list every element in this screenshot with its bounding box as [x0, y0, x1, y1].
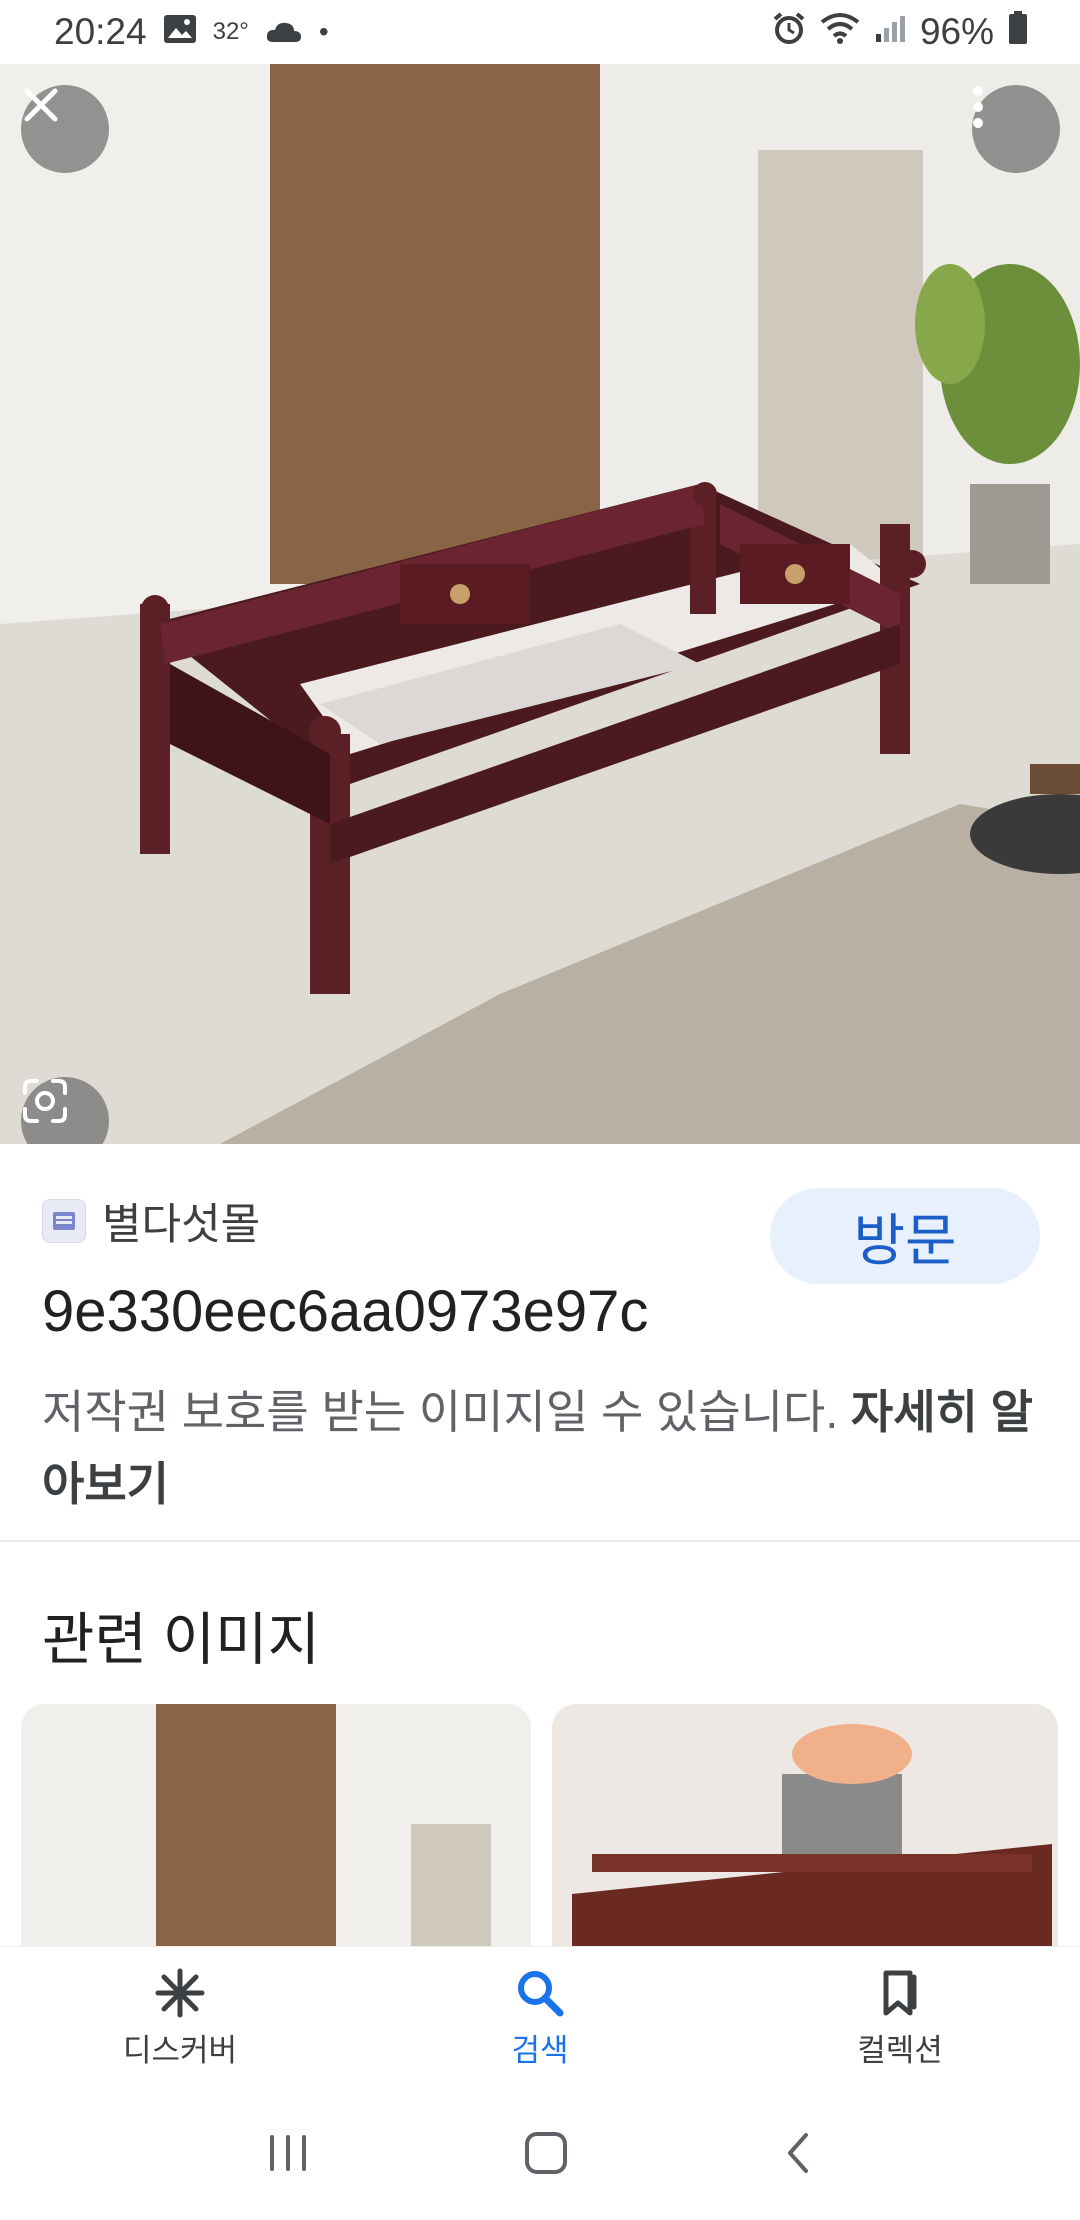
result-title[interactable]: 9e330eec6aa0973e97c: [42, 1278, 742, 1345]
status-bar: 20:24 32° • 96%: [0, 0, 1080, 64]
recents-icon: [270, 2134, 307, 2171]
battery-icon: [1008, 10, 1028, 54]
visit-button[interactable]: 방문: [770, 1188, 1040, 1284]
site-favicon-icon: [42, 1199, 86, 1243]
related-image-1[interactable]: [21, 1704, 531, 1964]
alarm-icon: [772, 11, 806, 54]
bottom-navigation: 디스커버 검색 컬렉션: [0, 1946, 1080, 2090]
recents-button[interactable]: [266, 2133, 310, 2178]
screen: 20:24 32° • 96% 별다섯몰 방문 9e330eec6aa0973e…: [0, 0, 1080, 2220]
lens-icon: [23, 1079, 67, 1123]
back-button[interactable]: [782, 2131, 814, 2180]
source-name: 별다섯몰: [102, 1201, 261, 1249]
status-temperature: 32°: [212, 18, 249, 45]
status-dot: •: [318, 16, 329, 47]
copyright-text: 저작권 보호를 받는 이미지일 수 있습니다.: [42, 1386, 839, 1438]
nav-search[interactable]: 검색: [360, 1947, 720, 2090]
related-image-2[interactable]: [552, 1704, 1058, 1964]
gallery-icon: [163, 11, 197, 53]
daybed-illustration: [0, 64, 1080, 1144]
home-button[interactable]: [523, 2130, 569, 2181]
related-images-heading: 관련 이미지: [42, 1608, 321, 1672]
nav-discover-label: 디스커버: [122, 2033, 238, 2068]
home-icon: [524, 2131, 567, 2174]
status-time: 20:24: [54, 11, 147, 52]
nav-collections-label: 컬렉션: [857, 2033, 943, 2068]
close-icon: [24, 88, 58, 122]
collections-icon: [883, 1970, 917, 2016]
cloud-icon: [265, 11, 303, 53]
copyright-notice: 저작권 보호를 받는 이미지일 수 있습니다. 자세히 알아보기: [42, 1376, 1042, 1520]
nav-discover[interactable]: 디스커버: [0, 1947, 360, 2090]
nav-collections[interactable]: 컬렉션: [720, 1947, 1080, 2090]
back-icon: [787, 2132, 808, 2173]
more-options-button[interactable]: [972, 85, 1060, 173]
battery-percent: 96%: [919, 11, 994, 52]
system-navigation-bar: [0, 2090, 1080, 2220]
signal-icon: [874, 11, 906, 53]
divider: [0, 1540, 1080, 1542]
search-icon: [518, 1971, 564, 2017]
hero-image[interactable]: [0, 64, 1080, 1144]
more-vert-icon: [973, 86, 983, 128]
source-row[interactable]: 별다섯몰: [42, 1190, 260, 1252]
discover-icon: [155, 1968, 205, 2018]
wifi-icon: [820, 11, 860, 53]
nav-search-label: 검색: [511, 2033, 569, 2068]
close-button[interactable]: [21, 85, 109, 173]
